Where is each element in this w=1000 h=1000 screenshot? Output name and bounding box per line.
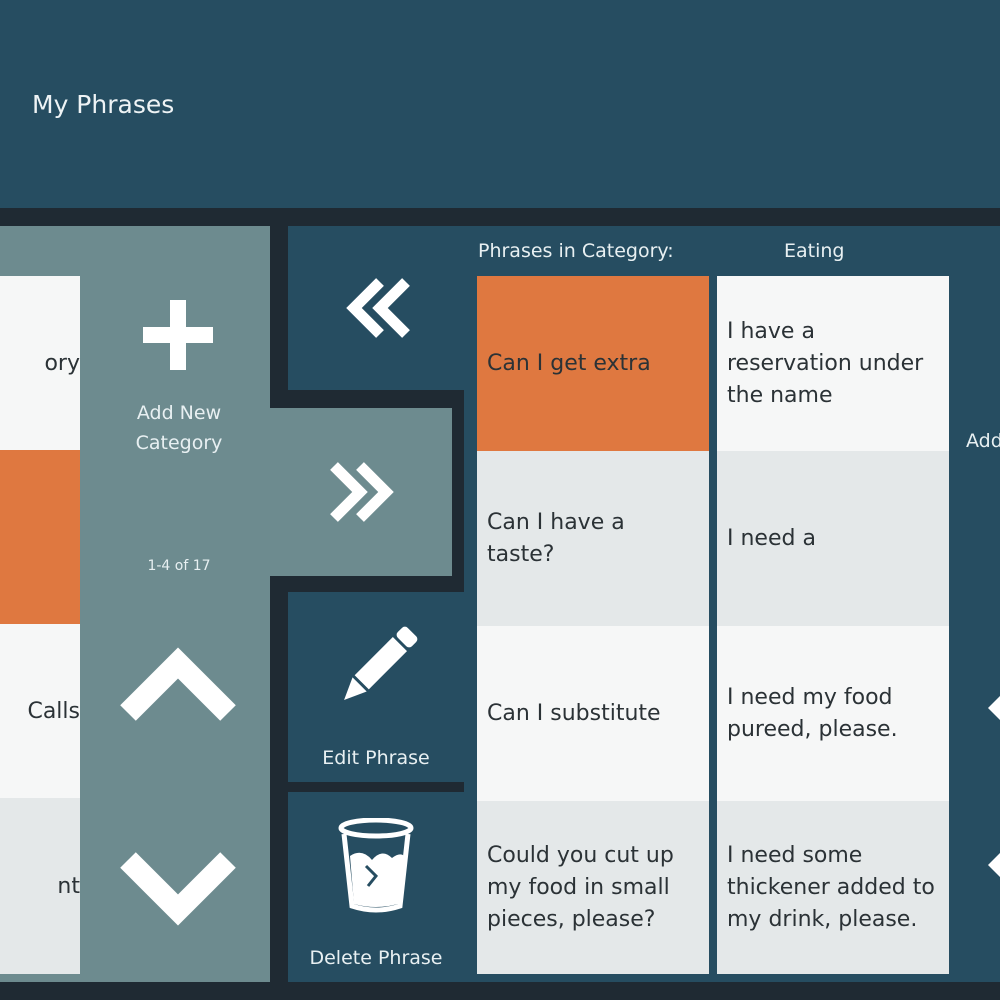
phrase-item[interactable]: I need some thickener added to my drink,… (717, 801, 949, 974)
category-item[interactable]: Calls (0, 624, 80, 798)
edit-phrase-label: Edit Phrase (322, 747, 430, 769)
category-item[interactable]: nt (0, 798, 80, 974)
add-phrase-button[interactable]: Add (966, 430, 1000, 452)
arrow-left-icon[interactable] (988, 845, 1000, 885)
delete-phrase-button[interactable]: Delete Phrase (288, 792, 464, 982)
phrase-item[interactable]: Can I substitute (477, 626, 709, 801)
arrow-left-icon[interactable] (988, 688, 1000, 728)
phrase-item[interactable]: I need a (717, 451, 949, 626)
phrase-item[interactable]: Can I have a taste? (477, 451, 709, 626)
scroll-up-button[interactable] (116, 645, 240, 735)
add-category-button[interactable]: Add New Category (96, 290, 266, 465)
delete-phrase-label: Delete Phrase (309, 947, 443, 969)
chevron-up-icon (120, 647, 236, 721)
pencil-icon (344, 626, 418, 700)
next-phrases-button[interactable] (270, 408, 452, 576)
phrase-item-selected[interactable]: Can I get extra (477, 276, 709, 451)
double-chevron-left-icon (346, 278, 410, 338)
category-item-selected[interactable] (0, 450, 80, 624)
page-title: My Phrases (32, 90, 175, 119)
phrase-item[interactable]: Could you cut up my food in small pieces… (477, 801, 709, 974)
category-pagination: 1-4 of 17 (147, 558, 211, 574)
phrase-item[interactable]: I need my food pureed, please. (717, 626, 949, 801)
category-item[interactable]: ory (0, 276, 80, 450)
add-category-label-line1: Add New (136, 402, 222, 424)
phrases-heading: Phrases in Category: (478, 240, 674, 262)
add-category-label-line2: Category (135, 432, 223, 454)
current-category-name: Eating (784, 240, 845, 262)
trash-cup-icon (338, 818, 414, 913)
previous-phrases-button[interactable] (288, 226, 464, 390)
double-chevron-right-icon (330, 462, 394, 522)
chevron-down-icon (120, 852, 236, 926)
scroll-down-button[interactable] (116, 840, 240, 930)
edit-phrase-button[interactable]: Edit Phrase (288, 592, 464, 782)
phrase-item[interactable]: I have a reservation under the name (717, 276, 949, 451)
plus-icon (143, 300, 213, 370)
